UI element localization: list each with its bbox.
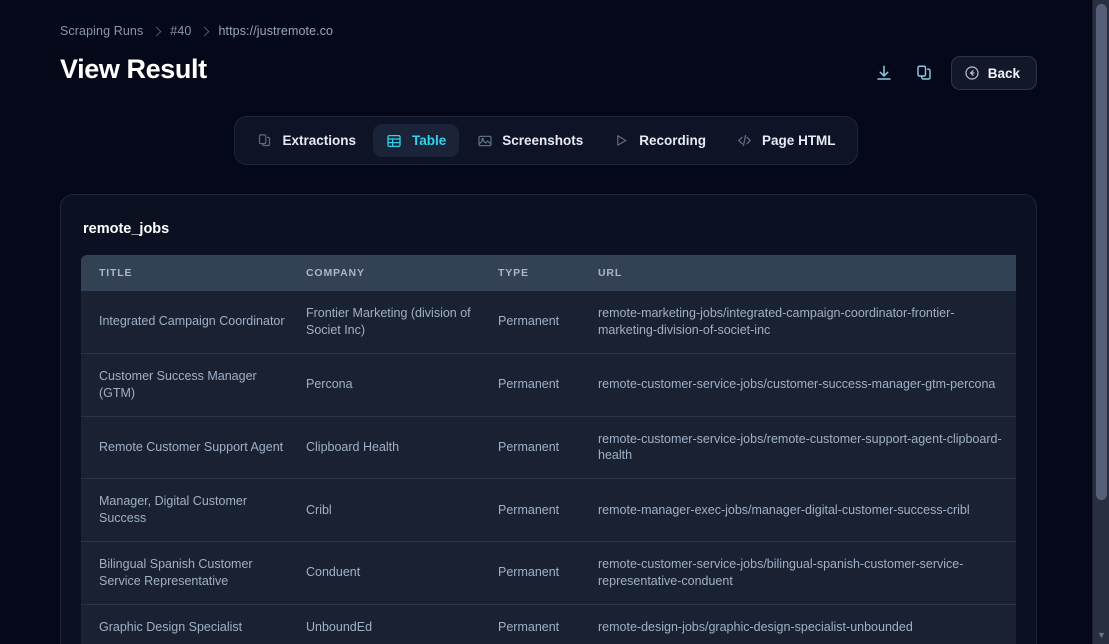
cell-url: remote-customer-service-jobs/customer-su…	[598, 353, 1016, 417]
page-root: Scraping Runs #40 https://justremote.co …	[0, 0, 1092, 644]
cell-title: Customer Success Manager (GTM)	[81, 353, 306, 417]
table-body: Integrated Campaign Coordinator Frontier …	[81, 291, 1016, 644]
cell-title: Bilingual Spanish Customer Service Repre…	[81, 541, 306, 605]
tab-recording-label: Recording	[639, 133, 707, 148]
cell-company: UnboundEd	[306, 604, 498, 644]
breadcrumb-item-scraping-runs[interactable]: Scraping Runs	[60, 24, 143, 38]
cell-company: Clipboard Health	[306, 416, 498, 480]
vertical-scrollbar[interactable]: ▼	[1092, 0, 1109, 644]
chevron-right-icon	[151, 26, 162, 36]
table-head: TITLE COMPANY TYPE URL	[81, 255, 1016, 291]
table-grid-icon	[386, 132, 403, 149]
arrow-left-circle-icon	[964, 65, 980, 81]
back-button[interactable]: Back	[950, 56, 1037, 90]
table-row[interactable]: Manager, Digital Customer Success Cribl Pe…	[81, 478, 1016, 542]
page-title: View Result	[60, 53, 207, 84]
image-icon	[476, 132, 493, 149]
scroll-down-arrow-icon[interactable]: ▼	[1093, 631, 1109, 640]
table-row[interactable]: Customer Success Manager (GTM) Percona Per…	[81, 353, 1016, 417]
column-header-company[interactable]: COMPANY	[306, 255, 498, 291]
breadcrumb: Scraping Runs #40 https://justremote.co	[0, 0, 1092, 38]
table-row[interactable]: Graphic Design Specialist UnboundEd Perman…	[81, 604, 1016, 644]
clipboard-stack-icon	[256, 132, 273, 149]
code-brackets-icon	[736, 132, 753, 149]
back-button-label: Back	[987, 65, 1020, 81]
cell-url: remote-marketing-jobs/integrated-campaig…	[598, 291, 1016, 354]
chevron-right-icon	[200, 26, 210, 36]
download-icon[interactable]	[871, 60, 897, 86]
breadcrumb-item-run-id[interactable]: #40	[170, 24, 191, 38]
cell-company: Frontier Marketing (division of Societ I…	[306, 291, 498, 354]
cell-url: remote-customer-service-jobs/remote-cust…	[598, 416, 1016, 480]
column-header-url[interactable]: URL	[598, 255, 1016, 291]
cell-url: remote-design-jobs/graphic-design-specia…	[598, 604, 1016, 644]
tabbar: Extractions Table Screenshots Recording …	[234, 116, 858, 165]
cell-type: Permanent	[498, 604, 598, 644]
table-name: remote_jobs	[83, 221, 170, 237]
table-header-row: TITLE COMPANY TYPE URL	[81, 255, 1016, 291]
tab-table-label: Table	[411, 133, 447, 148]
copy-icon[interactable]	[911, 60, 937, 86]
cell-type: Permanent	[498, 291, 598, 354]
cell-url: remote-manager-exec-jobs/manager-digital…	[598, 478, 1016, 542]
tab-page-html[interactable]: Page HTML	[723, 124, 849, 157]
results-table: TITLE COMPANY TYPE URL Integrated Campai…	[81, 255, 1016, 644]
cell-type: Permanent	[498, 416, 598, 480]
tab-screenshots[interactable]: Screenshots	[463, 124, 596, 157]
cell-title: Graphic Design Specialist	[81, 604, 306, 644]
cell-type: Permanent	[498, 541, 598, 605]
table-row[interactable]: Bilingual Spanish Customer Service Repre…	[81, 541, 1016, 605]
title-row: View Result Back	[0, 38, 1092, 90]
result-card: remote_jobs TITLE COMPANY TYPE URL Integ…	[60, 194, 1037, 644]
cell-company: Cribl	[306, 478, 498, 542]
tab-extractions-label: Extractions	[282, 133, 356, 148]
tab-table[interactable]: Table	[372, 124, 460, 157]
cell-url: remote-customer-service-jobs/bilingual-s…	[598, 541, 1016, 605]
cell-company: Percona	[306, 353, 498, 417]
table-row[interactable]: Remote Customer Support Agent Clipboard H…	[81, 416, 1016, 480]
cell-company: Conduent	[306, 541, 498, 605]
column-header-title[interactable]: TITLE	[81, 255, 306, 291]
table-row[interactable]: Integrated Campaign Coordinator Frontier …	[81, 291, 1016, 354]
play-triangle-icon	[613, 132, 630, 149]
breadcrumb-item-url[interactable]: https://justremote.co	[218, 24, 333, 38]
cell-title: Manager, Digital Customer Success	[81, 478, 306, 542]
tab-extractions[interactable]: Extractions	[243, 124, 369, 157]
tab-recording[interactable]: Recording	[600, 124, 719, 157]
tab-screenshots-label: Screenshots	[502, 133, 584, 148]
header-actions: Back	[871, 56, 1037, 90]
cell-type: Permanent	[498, 353, 598, 417]
cell-title: Remote Customer Support Agent	[81, 416, 306, 480]
scrollbar-thumb[interactable]	[1096, 4, 1107, 500]
tabbar-wrapper: Extractions Table Screenshots Recording …	[0, 116, 1092, 165]
cell-type: Permanent	[498, 478, 598, 542]
cell-title: Integrated Campaign Coordinator	[81, 291, 306, 354]
tab-page-html-label: Page HTML	[762, 133, 836, 148]
column-header-type[interactable]: TYPE	[498, 255, 598, 291]
